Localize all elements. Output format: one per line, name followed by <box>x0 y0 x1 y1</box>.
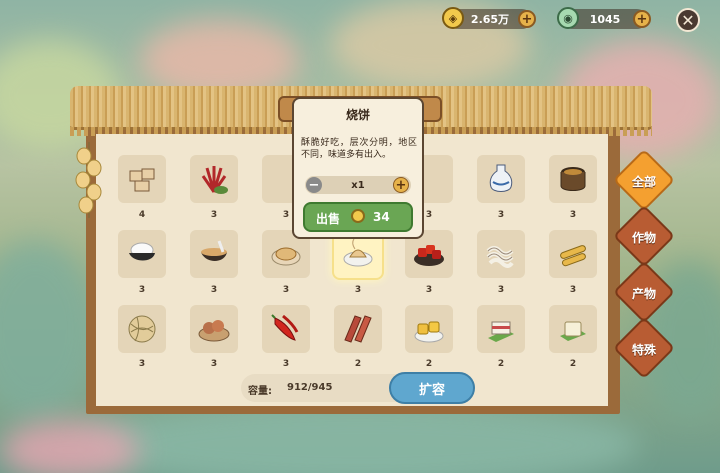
red-chili-icon <box>271 314 299 341</box>
item-count: 2 <box>354 359 362 369</box>
expand-capacity-button[interactable]: 扩容 <box>389 372 475 404</box>
close-button[interactable]: ✕ <box>676 8 700 32</box>
item-count: 3 <box>569 210 577 220</box>
sell-label: 出售 <box>316 212 341 226</box>
capacity-label: 容量: <box>248 386 272 397</box>
sell-price: 34 <box>373 210 390 224</box>
sauce-jar-icon <box>560 167 586 191</box>
fried-tofu-icon <box>414 321 444 343</box>
braised-meat-icon <box>414 245 444 266</box>
item-count: 3 <box>497 210 505 220</box>
inventory-slot[interactable] <box>118 305 166 353</box>
inventory-slot[interactable] <box>190 155 238 203</box>
item-count: 3 <box>282 285 290 295</box>
add-coins-button[interactable]: + <box>518 10 536 28</box>
item-count: 3 <box>138 285 146 295</box>
red-flower-bundle-icon <box>201 166 228 194</box>
coin-icon <box>351 209 365 223</box>
inventory-slot[interactable] <box>118 155 166 203</box>
item-count: 3 <box>425 285 433 295</box>
flatbread-plate-icon <box>271 247 301 266</box>
inventory-slot[interactable] <box>549 155 597 203</box>
inventory-slot[interactable] <box>334 305 382 353</box>
shaobing-icon <box>343 238 373 267</box>
spring-rolls-icon <box>560 245 586 267</box>
tab-products-label: 产物 <box>631 287 656 301</box>
quantity-value: x1 <box>351 180 365 191</box>
hanging-garlic-icon <box>75 142 102 218</box>
increase-quantity-button[interactable]: + <box>393 177 409 193</box>
inventory-slot[interactable] <box>477 230 525 278</box>
soup-bowl-icon <box>201 240 227 261</box>
item-count: 3 <box>282 359 290 369</box>
noodles-icon <box>486 246 514 268</box>
add-jade-button[interactable]: + <box>633 10 651 28</box>
inventory-slot[interactable] <box>190 230 238 278</box>
item-count: 2 <box>497 359 505 369</box>
coin-icon: ◈ <box>442 7 464 29</box>
item-count: 2 <box>425 359 433 369</box>
inventory-slot[interactable] <box>118 230 166 278</box>
item-count: 4 <box>138 210 146 220</box>
bacon-strips-icon <box>344 315 372 343</box>
cake-slice-icon <box>488 321 514 342</box>
tooltip-title: 烧饼 <box>345 108 370 122</box>
coin-counter: ◈ 2.65万 + <box>442 7 536 29</box>
inventory-slot[interactable] <box>405 305 453 353</box>
jade-counter: ◉ 1045 + <box>557 7 651 29</box>
tofu-block-icon <box>129 168 155 192</box>
inventory-slot[interactable] <box>190 305 238 353</box>
inventory-slot[interactable] <box>477 155 525 203</box>
inventory-slot[interactable] <box>549 230 597 278</box>
item-count: 3 <box>497 285 505 295</box>
item-count: 3 <box>138 359 146 369</box>
jade-coin-icon: ◉ <box>557 7 579 29</box>
item-count: 3 <box>210 210 218 220</box>
porcelain-vase-icon <box>489 164 513 192</box>
yarn-ball-icon <box>128 315 156 343</box>
inventory-slot[interactable] <box>262 305 310 353</box>
tooltip-description: 酥脆好吃，层次分明，地区不同，味道多有出入。 <box>301 138 417 160</box>
tab-all-label: 全部 <box>631 175 656 189</box>
inventory-slot[interactable] <box>549 305 597 353</box>
item-count: 3 <box>210 285 218 295</box>
bun-basket-icon <box>198 320 230 342</box>
tofu-plate-icon <box>560 321 586 341</box>
item-count: 3 <box>210 359 218 369</box>
tab-crops-label: 作物 <box>631 231 656 245</box>
rice-bowl-icon <box>129 242 155 261</box>
item-count: 3 <box>354 285 362 295</box>
tab-special-label: 特殊 <box>631 343 656 357</box>
decrease-quantity-button[interactable]: − <box>306 177 322 193</box>
item-count: 2 <box>569 359 577 369</box>
item-count: 3 <box>569 285 577 295</box>
capacity-value: 912/945 <box>287 382 333 393</box>
close-icon: ✕ <box>681 10 695 30</box>
inventory-slot[interactable] <box>477 305 525 353</box>
